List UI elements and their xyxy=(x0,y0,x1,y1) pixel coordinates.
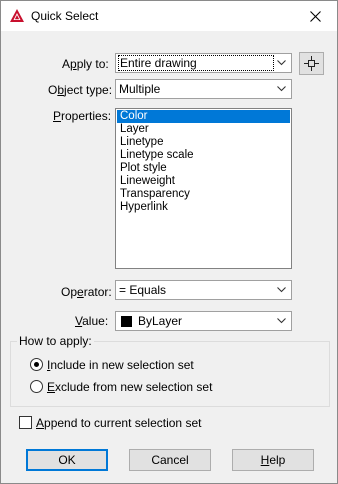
color-swatch xyxy=(121,316,132,327)
chevron-down-icon xyxy=(277,86,286,92)
property-item[interactable]: Color xyxy=(117,110,290,123)
close-icon xyxy=(309,10,321,22)
property-item[interactable]: Transparency xyxy=(117,188,290,201)
properties-label: Properties: xyxy=(53,109,112,123)
value-text: ByLayer xyxy=(138,314,183,328)
help-button-label: Help xyxy=(260,453,286,467)
properties-listbox[interactable]: Color Layer Linetype Linetype scale Plot sty… xyxy=(115,108,292,269)
apply-to-dropdown[interactable]: Entire drawing xyxy=(115,53,292,73)
apply-to-label: Apply to: xyxy=(62,57,109,71)
value-label: Value: xyxy=(75,314,109,328)
exclude-label[interactable]: Exclude from new selection set xyxy=(47,380,212,394)
how-to-apply-group xyxy=(10,341,330,407)
apply-to-value: Entire drawing xyxy=(118,55,274,71)
property-item[interactable]: Linetype scale xyxy=(117,149,290,162)
quick-select-dialog: Quick Select Apply to: Entire drawing Ob… xyxy=(0,0,338,484)
property-item[interactable]: Plot style xyxy=(117,162,290,175)
object-type-label: Object type: xyxy=(48,83,113,97)
append-label[interactable]: Append to current selection set xyxy=(36,416,201,430)
select-objects-button[interactable] xyxy=(299,52,324,75)
chevron-down-icon xyxy=(277,287,286,293)
help-button[interactable]: Help xyxy=(232,449,314,471)
include-radio[interactable] xyxy=(30,358,43,371)
ok-button-label: OK xyxy=(58,453,76,467)
property-item[interactable]: Linetype xyxy=(117,136,290,149)
crosshair-pick-icon xyxy=(304,56,319,71)
close-button[interactable] xyxy=(293,1,337,31)
radio-selected-dot xyxy=(34,362,39,367)
value-dropdown[interactable]: ByLayer xyxy=(115,311,292,331)
property-item[interactable]: Layer xyxy=(117,123,290,136)
include-label[interactable]: Include in new selection set xyxy=(47,358,194,372)
ok-button[interactable]: OK xyxy=(26,449,108,471)
property-item[interactable]: Hyperlink xyxy=(117,201,290,214)
chevron-down-icon xyxy=(277,318,286,324)
exclude-radio[interactable] xyxy=(30,380,43,393)
operator-label: Operator: xyxy=(61,285,112,299)
object-type-value: Multiple xyxy=(119,82,161,96)
operator-dropdown[interactable]: = Equals xyxy=(115,280,292,300)
autocad-app-icon xyxy=(10,9,24,22)
window-title: Quick Select xyxy=(31,9,99,23)
how-to-apply-legend: How to apply: xyxy=(17,334,94,348)
property-item[interactable]: Lineweight xyxy=(117,175,290,188)
title-bar: Quick Select xyxy=(1,1,337,31)
operator-value: = Equals xyxy=(119,283,167,297)
cancel-button-label: Cancel xyxy=(151,453,189,467)
append-checkbox[interactable] xyxy=(19,416,32,429)
chevron-down-icon xyxy=(277,60,286,66)
cancel-button[interactable]: Cancel xyxy=(129,449,211,471)
object-type-dropdown[interactable]: Multiple xyxy=(115,79,292,99)
